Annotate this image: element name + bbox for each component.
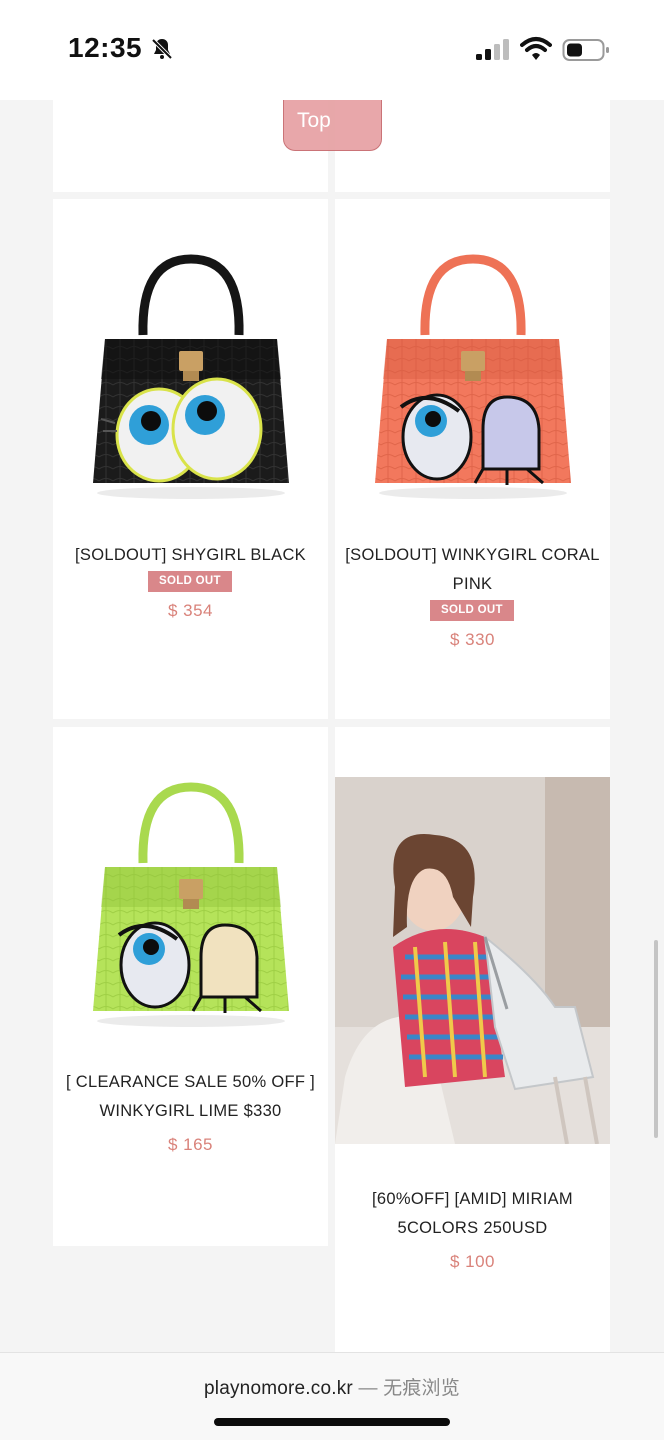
sold-out-badge: SOLD OUT bbox=[430, 600, 514, 621]
private-mode-label: 无痕浏览 bbox=[383, 1378, 460, 1399]
browser-bottom-bar: playnomore.co.kr — 无痕浏览 bbox=[0, 1352, 664, 1440]
product-image-lime-handbag[interactable] bbox=[85, 775, 297, 1037]
url-separator: — bbox=[358, 1378, 384, 1399]
product-image-coral-handbag[interactable] bbox=[367, 247, 579, 509]
wifi-icon bbox=[520, 37, 552, 60]
product-price: $ 354 bbox=[167, 601, 214, 620]
product-title[interactable]: [60%OFF] [AMID] MIRIAM 5COLORS 250USD bbox=[335, 1185, 610, 1243]
status-time: 12:35 bbox=[68, 32, 143, 63]
battery-icon bbox=[562, 39, 609, 61]
product-image-model-photo[interactable] bbox=[335, 777, 610, 1144]
product-price: $ 100 bbox=[449, 1252, 496, 1271]
product-image-black-handbag[interactable] bbox=[85, 247, 297, 509]
product-price: $ 165 bbox=[167, 1135, 214, 1154]
product-grid[interactable]: [SOLDOUT] SHYGIRL BLACK SOLD OUT $ 354 [… bbox=[0, 100, 664, 1352]
status-bar: 12:35 bbox=[0, 0, 664, 100]
product-title[interactable]: [SOLDOUT] WINKYGIRL CORAL PINK bbox=[335, 541, 610, 599]
cellular-signal-icon bbox=[476, 39, 509, 60]
address-bar[interactable]: playnomore.co.kr — 无痕浏览 bbox=[0, 1373, 664, 1400]
product-card[interactable]: [SOLDOUT] SHYGIRL BLACK SOLD OUT $ 354 bbox=[53, 199, 328, 719]
home-indicator[interactable] bbox=[214, 1418, 450, 1426]
bell-slash-icon bbox=[151, 38, 173, 60]
sold-out-badge: SOLD OUT bbox=[148, 571, 232, 592]
product-card[interactable]: [ CLEARANCE SALE 50% OFF ] WINKYGIRL LIM… bbox=[53, 727, 328, 1246]
product-price: $ 330 bbox=[449, 630, 496, 649]
url-domain[interactable]: playnomore.co.kr bbox=[204, 1378, 353, 1399]
product-card[interactable]: [SOLDOUT] WINKYGIRL CORAL PINK SOLD OUT … bbox=[335, 199, 610, 719]
product-title[interactable]: [ CLEARANCE SALE 50% OFF ] WINKYGIRL LIM… bbox=[53, 1068, 328, 1126]
product-card[interactable]: [60%OFF] [AMID] MIRIAM 5COLORS 250USD $ … bbox=[335, 727, 610, 1352]
scrollbar[interactable] bbox=[654, 940, 658, 1138]
product-title[interactable]: [SOLDOUT] SHYGIRL BLACK bbox=[53, 541, 328, 570]
scroll-to-top-button[interactable]: Top bbox=[283, 100, 382, 151]
